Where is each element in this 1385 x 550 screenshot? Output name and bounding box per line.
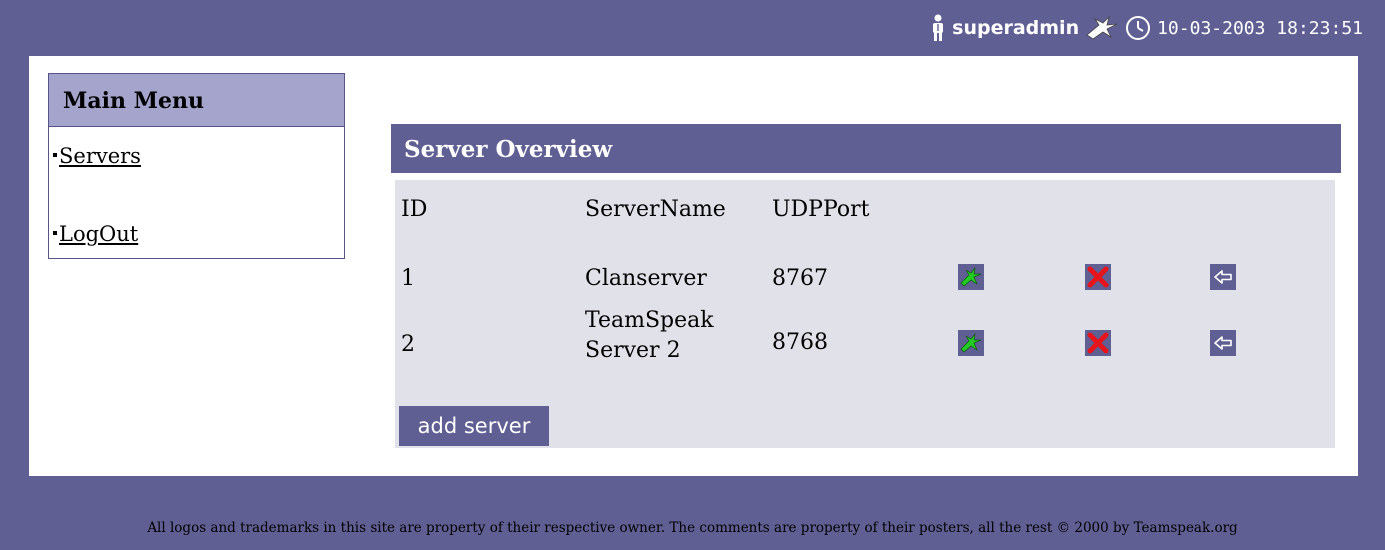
server-overview-title: Server Overview [391,124,1341,173]
red-x-delete-icon [1087,266,1109,288]
username: superadmin [952,17,1080,39]
footer-copyright: All logos and trademarks in this site ar… [147,520,1238,536]
row-2-id: 2 [401,332,415,357]
teamspeak-logo-icon [1085,15,1119,41]
row-1-udpport: 8767 [772,266,828,291]
red-x-delete-icon [1087,332,1109,354]
column-header-id: ID [401,197,428,222]
bullet-icon [53,153,57,157]
row-1-edit-button[interactable] [1210,264,1236,290]
main-menu-title: Main Menu [49,74,344,127]
person-icon [930,14,946,42]
main-menu: Main Menu Servers LogOut [48,73,345,259]
arrow-left-icon [1214,336,1232,350]
servers-link[interactable]: Servers [59,144,141,168]
row-1-id: 1 [401,266,415,291]
menu-item-logout[interactable]: LogOut [53,222,138,246]
logout-link[interactable]: LogOut [59,222,138,246]
top-bar: superadmin 10-03-2003 18:23:51 [0,0,1385,55]
row-1-delete-button[interactable] [1085,264,1111,290]
menu-item-servers[interactable]: Servers [53,144,141,168]
datetime: 10-03-2003 18:23:51 [1157,17,1363,39]
main-panel: Main Menu Servers LogOut Server Overview… [29,56,1358,476]
row-2-delete-button[interactable] [1085,330,1111,356]
row-1-connect-button[interactable] [958,264,984,290]
row-2-udpport: 8768 [772,330,828,355]
add-server-button[interactable]: add server [399,406,549,446]
user-status: superadmin 10-03-2003 18:23:51 [930,12,1363,44]
green-teamspeak-icon [960,333,982,353]
server-table: ID ServerName UDPPort 1 Clanserver 8767 … [395,180,1335,448]
row-1-servername: Clanserver [585,266,707,291]
row-2-connect-button[interactable] [958,330,984,356]
row-2-servername: TeamSpeak Server 2 [585,308,714,363]
bullet-icon [53,231,57,235]
clock-icon [1125,15,1151,41]
arrow-left-icon [1214,270,1232,284]
row-2-edit-button[interactable] [1210,330,1236,356]
column-header-udpport: UDPPort [772,197,870,222]
column-header-servername: ServerName [585,197,726,222]
green-teamspeak-icon [960,267,982,287]
